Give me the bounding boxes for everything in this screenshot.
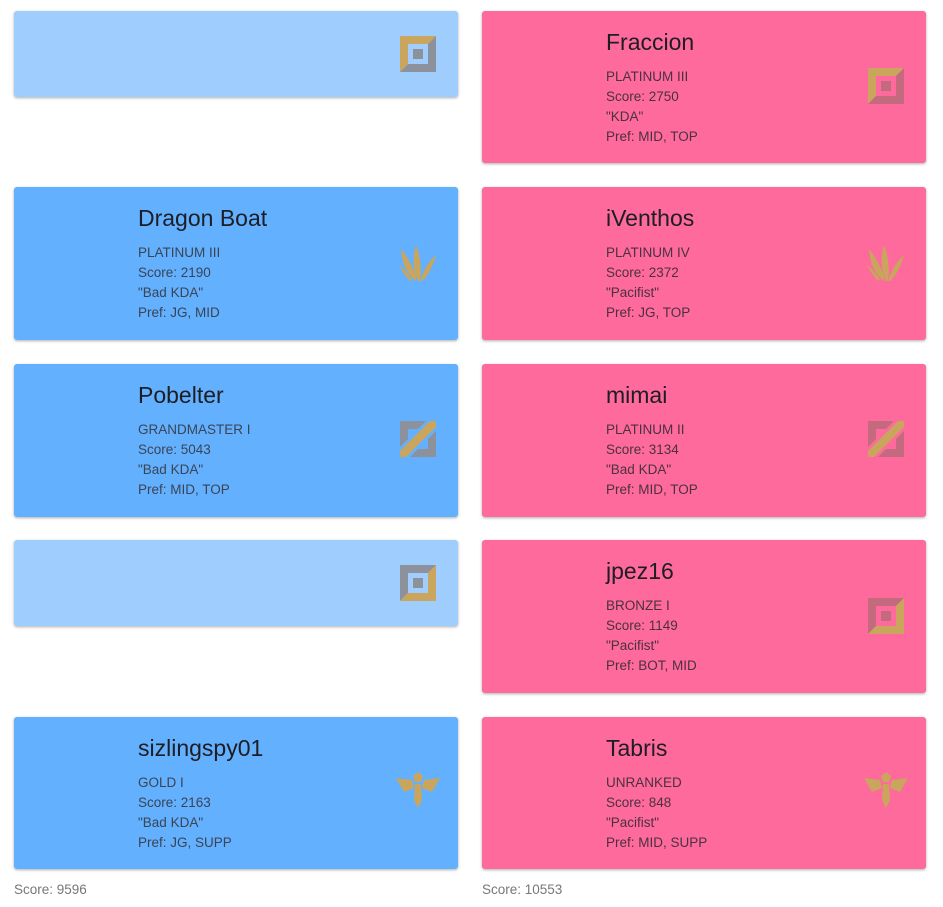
player-name: sizlingspy01	[138, 735, 264, 761]
blue-bot-empty-slot[interactable]	[14, 540, 458, 626]
support-icon	[394, 770, 442, 814]
red-team-total-score: Score: 10553	[482, 882, 563, 897]
player-name: Pobelter	[138, 382, 224, 408]
player-info: Pobelter GRANDMASTER I Score: 5043 "Bad …	[138, 380, 251, 500]
player-info: sizlingspy01 GOLD I Score: 2163 "Bad KDA…	[138, 733, 263, 853]
player-tag: "Bad KDA"	[606, 462, 672, 477]
player-tag: "KDA"	[606, 109, 644, 124]
bot-lane-icon	[864, 594, 908, 638]
red-player-card[interactable]: mimai PLATINUM II Score: 3134 "Bad KDA" …	[482, 364, 926, 517]
player-pref: Pref: MID, TOP	[606, 482, 698, 497]
blue-top-empty-slot[interactable]	[14, 11, 458, 97]
player-info: Dragon Boat PLATINUM III Score: 2190 "Ba…	[138, 203, 267, 323]
player-info: jpez16 BRONZE I Score: 1149 "Pacifist" P…	[606, 556, 697, 676]
player-info: Tabris UNRANKED Score: 848 "Pacifist" Pr…	[606, 733, 707, 853]
player-name: mimai	[606, 382, 668, 408]
player-pref: Pref: MID, TOP	[606, 129, 698, 144]
player-rank: PLATINUM III	[138, 245, 221, 260]
support-icon	[862, 770, 910, 814]
player-name: Tabris	[606, 735, 668, 761]
player-rank: BRONZE I	[606, 598, 670, 613]
player-score: Score: 2372	[606, 265, 679, 280]
red-player-card[interactable]: Fraccion PLATINUM III Score: 2750 "KDA" …	[482, 11, 926, 163]
player-tag: "Bad KDA"	[138, 815, 204, 830]
red-player-card[interactable]: iVenthos PLATINUM IV Score: 2372 "Pacifi…	[482, 187, 926, 340]
blue-player-card[interactable]: Dragon Boat PLATINUM III Score: 2190 "Ba…	[14, 187, 458, 340]
player-rank: GOLD I	[138, 775, 184, 790]
blue-player-card[interactable]: sizlingspy01 GOLD I Score: 2163 "Bad KDA…	[14, 717, 458, 869]
player-pref: Pref: MID, TOP	[138, 482, 230, 497]
player-name: Fraccion	[606, 29, 695, 55]
player-rank: GRANDMASTER I	[138, 422, 251, 437]
player-pref: Pref: JG, SUPP	[138, 835, 232, 850]
player-name: jpez16	[606, 558, 674, 584]
player-rank: PLATINUM II	[606, 422, 685, 437]
mid-lane-icon	[396, 417, 440, 461]
player-rank: PLATINUM III	[606, 69, 689, 84]
player-score: Score: 3134	[606, 442, 679, 457]
jungle-icon	[864, 241, 908, 285]
player-score: Score: 2163	[138, 795, 211, 810]
jungle-icon	[396, 241, 440, 285]
blue-player-card[interactable]: Pobelter GRANDMASTER I Score: 5043 "Bad …	[14, 364, 458, 517]
player-pref: Pref: JG, TOP	[606, 305, 691, 320]
red-player-card[interactable]: jpez16 BRONZE I Score: 1149 "Pacifist" P…	[482, 540, 926, 693]
player-rank: PLATINUM IV	[606, 245, 690, 260]
player-score: Score: 1149	[606, 618, 678, 633]
blue-team-total-score: Score: 9596	[14, 882, 87, 897]
player-tag: "Pacifist"	[606, 285, 660, 300]
bot-lane-icon	[396, 561, 440, 605]
player-pref: Pref: JG, MID	[138, 305, 220, 320]
player-score: Score: 848	[606, 795, 672, 810]
player-pref: Pref: BOT, MID	[606, 658, 697, 673]
player-info: mimai PLATINUM II Score: 3134 "Bad KDA" …	[606, 380, 698, 500]
top-lane-icon	[864, 64, 908, 108]
player-rank: UNRANKED	[606, 775, 682, 790]
player-tag: "Pacifist"	[606, 815, 660, 830]
mid-lane-icon	[864, 417, 908, 461]
player-name: iVenthos	[606, 205, 695, 231]
player-score: Score: 5043	[138, 442, 211, 457]
red-player-card[interactable]: Tabris UNRANKED Score: 848 "Pacifist" Pr…	[482, 717, 926, 869]
player-info: iVenthos PLATINUM IV Score: 2372 "Pacifi…	[606, 203, 694, 323]
player-info: Fraccion PLATINUM III Score: 2750 "KDA" …	[606, 27, 698, 147]
player-pref: Pref: MID, SUPP	[606, 835, 708, 850]
top-lane-icon	[396, 32, 440, 76]
player-score: Score: 2190	[138, 265, 211, 280]
player-tag: "Pacifist"	[606, 638, 660, 653]
player-score: Score: 2750	[606, 89, 679, 104]
player-name: Dragon Boat	[138, 205, 268, 231]
team-builder: Dragon Boat PLATINUM III Score: 2190 "Ba…	[0, 0, 943, 907]
player-tag: "Bad KDA"	[138, 462, 204, 477]
player-tag: "Bad KDA"	[138, 285, 204, 300]
